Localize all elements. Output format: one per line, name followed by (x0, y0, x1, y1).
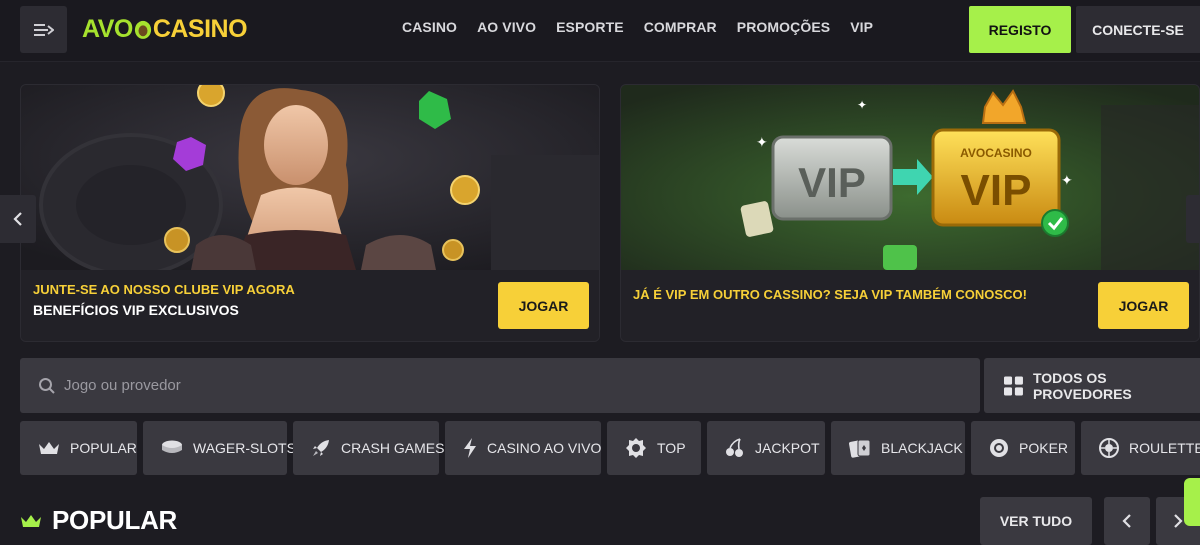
category-label: ROULETTE (1129, 440, 1200, 456)
category-label: CASINO AO VIVO (487, 440, 602, 456)
banner-play-button[interactable]: JOGAR (498, 282, 589, 329)
login-button[interactable]: CONECTE-SE (1076, 6, 1200, 53)
category-blackjack[interactable]: BLACKJACK (831, 421, 965, 475)
logo-casino-text: CASINO (152, 14, 248, 43)
search-icon (39, 377, 55, 394)
promo-banner-vip-transfer[interactable]: VIP AVOCASINO VIP ✦ ✦ ✦ JÁ É VIP EM OUTR… (620, 84, 1200, 342)
cherry-icon (726, 438, 743, 457)
banner-illustration-vip-club (21, 85, 599, 270)
svg-text:✦: ✦ (1061, 172, 1073, 188)
carousel-next-button[interactable] (1186, 195, 1200, 243)
site-logo[interactable]: AVO CASINO (82, 14, 248, 44)
nav-vip[interactable]: VIP (840, 19, 883, 35)
category-popular[interactable]: POPULAR (20, 421, 137, 475)
all-providers-button[interactable]: TODOS OS PROVEDORES (984, 358, 1200, 413)
category-label: TOP (657, 440, 686, 456)
rocket-icon (313, 440, 329, 456)
logo-avo-text: AVO (82, 14, 133, 43)
category-roulette[interactable]: ROULETTE (1081, 421, 1200, 475)
chip-icon (990, 439, 1008, 457)
nav-comprar[interactable]: COMPRAR (634, 19, 727, 35)
site-header: AVO CASINO CASINO AO VIVO ESPORTE COMPRA… (0, 0, 1200, 62)
chevron-right-icon (1174, 514, 1183, 528)
promo-banner-vip-club[interactable]: JUNTE-SE AO NOSSO CLUBE VIP AGORA BENEFÍ… (20, 84, 600, 342)
vip-gold-brand-text: AVOCASINO (960, 146, 1032, 160)
register-button[interactable]: REGISTO (969, 6, 1071, 53)
avocado-icon (134, 20, 151, 39)
banner-subheadline: BENEFÍCIOS VIP EXCLUSIVOS (33, 302, 239, 318)
nav-esporte[interactable]: ESPORTE (546, 19, 634, 35)
category-tabs: POPULAR WAGER-SLOTS CRASH GAMES CASINO A… (20, 421, 1200, 475)
nav-ao-vivo[interactable]: AO VIVO (467, 19, 546, 35)
svg-text:✦: ✦ (857, 98, 867, 112)
chevron-left-icon (1122, 514, 1131, 528)
roulette-icon (1099, 438, 1119, 458)
category-poker[interactable]: POKER (971, 421, 1075, 475)
category-wager-slots[interactable]: WAGER-SLOTS (143, 421, 296, 475)
all-providers-label: TODOS OS PROVEDORES (1032, 369, 1132, 402)
support-chat-button[interactable] (1184, 478, 1200, 526)
vip-gold-text: VIP (961, 166, 1032, 215)
category-label: JACKPOT (755, 440, 820, 456)
badge-icon (626, 438, 646, 458)
game-search-bar (20, 358, 980, 413)
section-title-popular: POPULAR (20, 505, 177, 536)
banner-illustration-vip-transfer: VIP AVOCASINO VIP ✦ ✦ ✦ (621, 85, 1199, 270)
chevron-left-icon (13, 212, 22, 226)
vip-silver-text: VIP (798, 159, 866, 206)
crown-icon (39, 442, 59, 454)
category-label: POKER (1019, 440, 1069, 456)
category-label: POPULAR (70, 440, 137, 456)
section-title-text: POPULAR (52, 505, 178, 535)
category-crash-games[interactable]: CRASH GAMES (293, 421, 444, 475)
grid-icon (1004, 376, 1023, 395)
category-label: BLACKJACK (881, 440, 963, 456)
banner-play-button[interactable]: JOGAR (1098, 282, 1189, 329)
nav-promocoes[interactable]: PROMOÇÕES (727, 19, 840, 35)
category-label: CRASH GAMES (341, 440, 445, 456)
category-label: WAGER-SLOTS (193, 440, 296, 456)
cards-icon (849, 439, 871, 458)
banner-footer: JÁ É VIP EM OUTRO CASSINO? SEJA VIP TAMB… (621, 270, 1199, 341)
banner-headline: JÁ É VIP EM OUTRO CASSINO? SEJA VIP TAMB… (633, 287, 1027, 302)
category-jackpot[interactable]: JACKPOT (707, 421, 825, 475)
svg-text:✦: ✦ (756, 134, 768, 150)
carousel-prev-button[interactable] (0, 195, 36, 243)
nav-casino[interactable]: CASINO (392, 19, 467, 35)
crown-icon (21, 514, 41, 527)
search-input[interactable] (64, 377, 944, 394)
banner-headline: JUNTE-SE AO NOSSO CLUBE VIP AGORA (33, 282, 295, 297)
coins-icon (162, 440, 182, 453)
main-nav: CASINO AO VIVO ESPORTE COMPRAR PROMOÇÕES… (392, 19, 883, 35)
category-top[interactable]: TOP (607, 421, 701, 475)
menu-arrow-icon (33, 23, 54, 36)
banner-footer: JUNTE-SE AO NOSSO CLUBE VIP AGORA BENEFÍ… (21, 270, 599, 341)
lightning-icon (464, 438, 476, 458)
category-casino-ao-vivo[interactable]: CASINO AO VIVO (445, 421, 601, 475)
menu-toggle-button[interactable] (20, 6, 67, 53)
